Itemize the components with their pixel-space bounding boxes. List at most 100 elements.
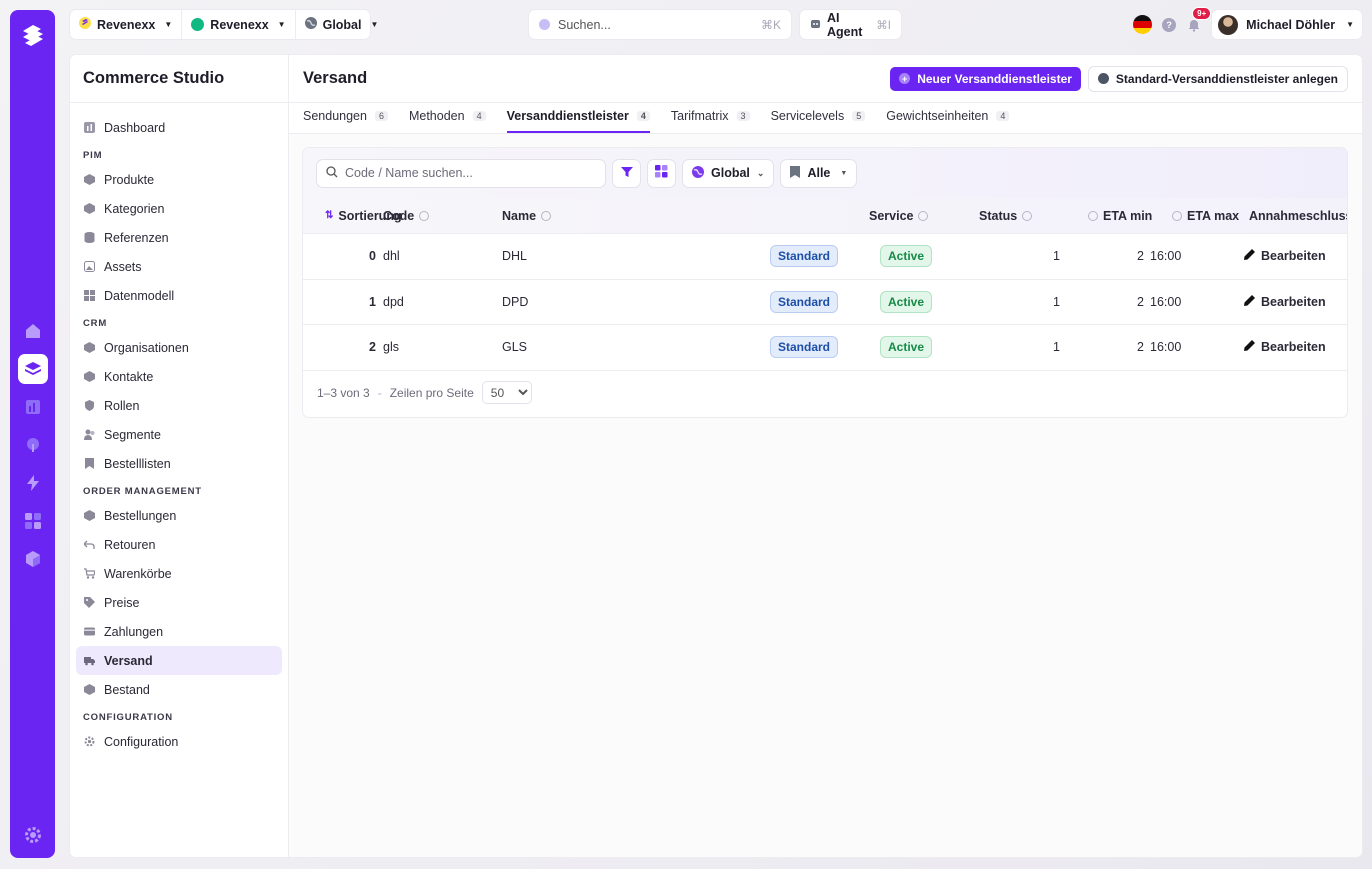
- sidebar-item-datenmodell[interactable]: Datenmodell: [76, 281, 282, 310]
- sidebar-item-segmente[interactable]: Segmente: [76, 420, 282, 449]
- cell-code: dpd: [383, 294, 404, 309]
- sidebar-item-versand[interactable]: Versand: [76, 646, 282, 675]
- new-carrier-button[interactable]: + Neuer Versanddienstleister: [890, 66, 1081, 91]
- tab-methoden[interactable]: Methoden 4: [409, 103, 486, 133]
- home-icon[interactable]: [18, 316, 48, 346]
- user-menu[interactable]: Michael Döhler ▼: [1212, 10, 1362, 39]
- sidebar-item-dashboard[interactable]: Dashboard: [76, 113, 282, 142]
- tab-tarifmatrix[interactable]: Tarifmatrix 3: [671, 103, 750, 133]
- cell-code: gls: [383, 340, 399, 355]
- organization-selector[interactable]: Revenexx ▼: [181, 10, 294, 39]
- pin-icon[interactable]: [18, 430, 48, 460]
- tab-bar: Sendungen 6 Methoden 4 Versanddienstleiste…: [289, 103, 1362, 134]
- table-row[interactable]: 0 dhl DHL Standard Active 1 2 16:00 Bear…: [303, 234, 1347, 280]
- sidebar-item-label: Preise: [104, 595, 140, 610]
- sidebar-item-assets[interactable]: Assets: [76, 252, 282, 281]
- sidebar-item-preise[interactable]: Preise: [76, 588, 282, 617]
- dashboard-icon: [83, 122, 95, 134]
- pagination: 1–3 von 3 - Zeilen pro Seite 50: [303, 371, 1347, 415]
- sidebar-item-configuration[interactable]: Configuration: [76, 727, 282, 756]
- tenant-label: Revenexx: [97, 17, 156, 32]
- help-icon[interactable]: ?: [1162, 17, 1177, 32]
- header-name[interactable]: Name: [502, 209, 552, 223]
- analytics-icon[interactable]: [18, 392, 48, 422]
- ai-agent-button[interactable]: AI Agent ⌘I: [800, 10, 901, 39]
- pencil-icon: [1244, 340, 1255, 354]
- cube-icon[interactable]: [18, 544, 48, 574]
- cell-cutoff: 16:00: [1150, 249, 1182, 264]
- global-search[interactable]: Suchen... ⌘K: [529, 10, 791, 39]
- sort-icon: ⇅: [325, 210, 334, 221]
- tenant-selector[interactable]: Revenexx ▼: [70, 10, 181, 39]
- search-icon: [539, 19, 550, 30]
- plus-circle-icon: +: [899, 73, 911, 84]
- scope-dropdown[interactable]: Global ⌄: [683, 159, 774, 187]
- german-flag-icon[interactable]: [1133, 15, 1153, 34]
- settings-icon[interactable]: [18, 820, 48, 850]
- sidebar-item-bestand[interactable]: Bestand: [76, 675, 282, 704]
- header-status[interactable]: Status: [979, 209, 1033, 223]
- region-selector[interactable]: Global ▼: [294, 10, 388, 39]
- tab-label: Tarifmatrix: [670, 109, 729, 123]
- refresh-icon: [1097, 73, 1109, 84]
- sortable-icon: [1172, 210, 1182, 221]
- sidebar-item-warenkoerbe[interactable]: Warenkörbe: [76, 559, 282, 588]
- tab-versanddienstleister[interactable]: Versanddienstleister 4: [506, 103, 650, 133]
- table-row[interactable]: 2 gls GLS Standard Active 1 2 16:00 Bear…: [303, 325, 1347, 371]
- edit-label: Bearbeiten: [1261, 340, 1326, 355]
- sidebar-item-kategorien[interactable]: Kategorien: [76, 194, 282, 223]
- status-filter-dropdown[interactable]: Alle ▼: [781, 159, 857, 187]
- box-icon: [83, 342, 95, 354]
- sidebar-item-produkte[interactable]: Produkte: [76, 165, 282, 194]
- tab-sendungen[interactable]: Sendungen 6: [303, 103, 388, 133]
- sidebar-item-label: Produkte: [104, 172, 155, 187]
- app-logo-icon[interactable]: [18, 20, 48, 50]
- sidebar-item-label: Zahlungen: [104, 624, 164, 639]
- cell-eta-min: 1: [1053, 294, 1060, 309]
- cell-eta-max: 2: [1137, 294, 1144, 309]
- columns-button[interactable]: [648, 159, 675, 187]
- notifications-bell-icon[interactable]: 9+: [1186, 6, 1212, 33]
- code-name-search-input[interactable]: Code / Name suchen...: [317, 159, 605, 187]
- pagination-range: 1–3 von 3: [317, 385, 370, 400]
- header-code[interactable]: Code: [383, 209, 430, 223]
- sidebar-item-referenzen[interactable]: Referenzen: [76, 223, 282, 252]
- filter-button[interactable]: [613, 159, 640, 187]
- tab-gewichtseinheiten[interactable]: Gewichtseinheiten 4: [886, 103, 1010, 133]
- sidebar-item-organisationen[interactable]: Organisationen: [76, 333, 282, 362]
- users-icon: [83, 429, 95, 441]
- sidebar-item-retouren[interactable]: Retouren: [76, 530, 282, 559]
- edit-button[interactable]: Bearbeiten: [1244, 234, 1326, 279]
- nav-section-configuration: CONFIGURATION: [83, 712, 173, 723]
- table-row[interactable]: 1 dpd DPD Standard Active 1 2 16:00 Bear…: [303, 280, 1347, 325]
- sidebar-item-label: Bestand: [104, 682, 150, 697]
- sidebar-item-bestelllisten[interactable]: Bestelllisten: [76, 449, 282, 478]
- edit-button[interactable]: Bearbeiten: [1244, 325, 1326, 370]
- header-eta-min[interactable]: ETA min: [1088, 209, 1152, 223]
- return-icon: [83, 539, 95, 551]
- sidebar-item-zahlungen[interactable]: Zahlungen: [76, 617, 282, 646]
- credit-card-icon: [83, 626, 95, 638]
- header-eta-max[interactable]: ETA max: [1172, 209, 1239, 223]
- apps-icon[interactable]: [18, 506, 48, 536]
- robot-icon: [810, 18, 821, 32]
- sidebar-item-kontakte[interactable]: Kontakte: [76, 362, 282, 391]
- layers-icon[interactable]: [17, 354, 48, 384]
- table-header: ⇅ Sortierung Code Name Service Status ET…: [303, 198, 1347, 234]
- sortable-icon: [1088, 210, 1098, 221]
- tab-servicelevels[interactable]: Servicelevels 5: [771, 103, 866, 133]
- sidebar-item-rollen[interactable]: Rollen: [76, 391, 282, 420]
- service-badge: Standard: [770, 245, 839, 268]
- sidebar-item-label: Referenzen: [104, 230, 169, 245]
- edit-button[interactable]: Bearbeiten: [1244, 280, 1326, 325]
- lightning-icon[interactable]: [18, 468, 48, 498]
- cell-cutoff: 16:00: [1150, 340, 1182, 355]
- app-title: Commerce Studio: [70, 55, 288, 103]
- sidebar-item-bestellungen[interactable]: Bestellungen: [76, 501, 282, 530]
- create-default-carriers-button[interactable]: Standard-Versanddienstleister anlegen: [1088, 66, 1347, 91]
- table-toolbar: Code / Name suchen... Global ⌄ Alle ▼: [303, 148, 1347, 198]
- header-service[interactable]: Service: [869, 209, 929, 223]
- rows-per-page-select[interactable]: 50: [481, 381, 532, 404]
- sidebar-item-label: Configuration: [104, 734, 179, 749]
- header-cutoff[interactable]: Annahmeschluss: [1249, 209, 1347, 223]
